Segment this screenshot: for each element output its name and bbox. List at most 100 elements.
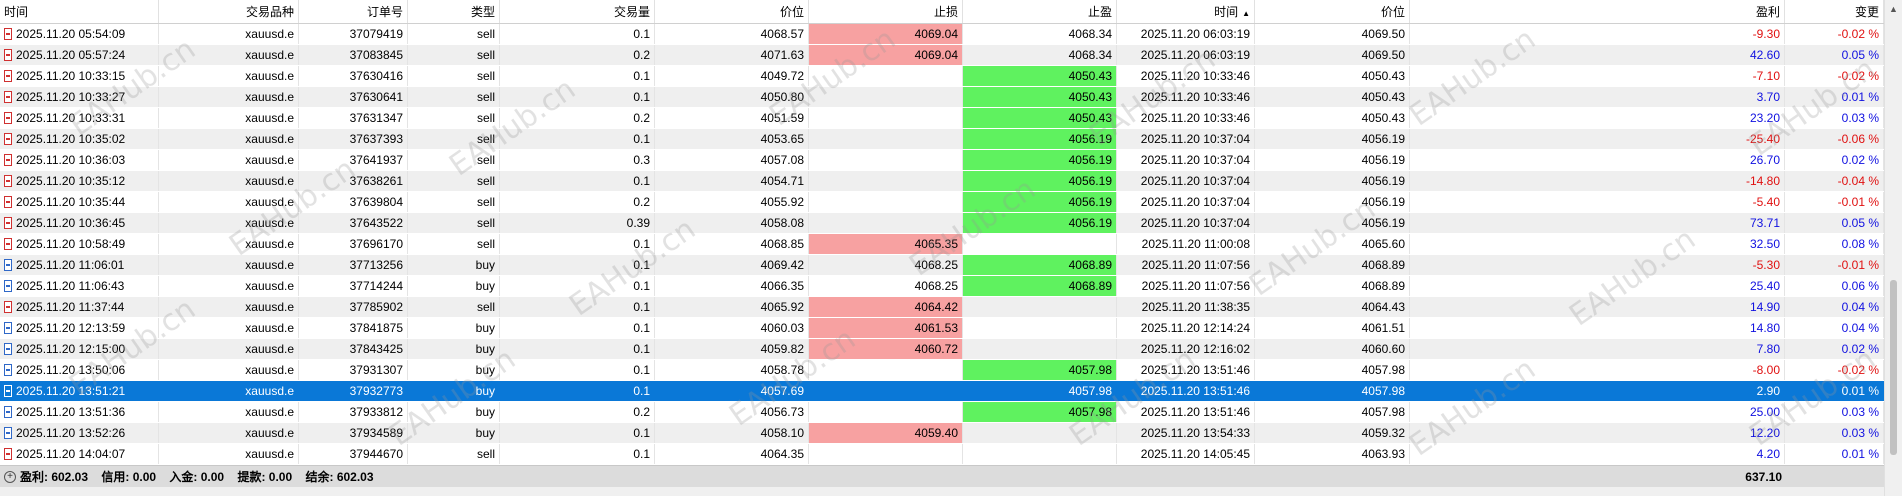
cell-close-price: 4059.32	[1255, 423, 1410, 443]
cell-symbol: xauusd.e	[159, 444, 299, 464]
cell-profit: 26.70	[1410, 150, 1785, 170]
sell-trade-icon	[4, 195, 12, 208]
cell-volume: 0.3	[500, 150, 655, 170]
cell-volume: 0.1	[500, 255, 655, 275]
cell-price: 4060.03	[655, 318, 809, 338]
buy-trade-icon	[4, 363, 12, 376]
cell-volume: 0.1	[500, 318, 655, 338]
col-header-volume[interactable]: 交易量	[500, 0, 655, 23]
cell-order: 37083845	[299, 45, 408, 65]
cell-tp	[963, 423, 1117, 443]
cell-change: 0.02 %	[1785, 339, 1884, 359]
cell-sl	[809, 108, 963, 128]
expand-plus-icon[interactable]: +	[4, 470, 16, 483]
cell-order: 37785902	[299, 297, 408, 317]
cell-sl: 4065.35	[809, 234, 963, 254]
cell-open-time: 2025.11.20 10:35:44	[0, 192, 159, 212]
col-header-close-time[interactable]: 时间 ▲	[1117, 0, 1255, 23]
cell-open-time: 2025.11.20 10:33:31	[0, 108, 159, 128]
table-row[interactable]: 2025.11.20 10:35:12 xauusd.e 37638261 sell 0…	[0, 171, 1884, 192]
scroll-up-arrow-icon[interactable]: ▲	[1889, 4, 1898, 14]
col-header-tp[interactable]: 止盈	[963, 0, 1117, 23]
account-summary-bar: + 盈利: 602.03 信用: 0.00 入金: 0.00 提款: 0.00 …	[0, 465, 1884, 487]
cell-profit: 25.40	[1410, 276, 1785, 296]
cell-sl	[809, 444, 963, 464]
cell-symbol: xauusd.e	[159, 87, 299, 107]
cell-type: sell	[408, 87, 500, 107]
cell-profit: -25.40	[1410, 129, 1785, 149]
col-header-change[interactable]: 变更	[1785, 0, 1884, 23]
table-row[interactable]: 2025.11.20 13:51:21 xauusd.e 37932773 buy 0.…	[0, 381, 1884, 402]
table-row[interactable]: 2025.11.20 10:35:02 xauusd.e 37637393 sell 0…	[0, 129, 1884, 150]
cell-tp: 4068.34	[963, 24, 1117, 44]
table-row[interactable]: 2025.11.20 11:37:44 xauusd.e 37785902 sell 0…	[0, 297, 1884, 318]
table-row[interactable]: 2025.11.20 13:52:26 xauusd.e 37934589 buy 0.…	[0, 423, 1884, 444]
table-row[interactable]: 2025.11.20 05:57:24 xauusd.e 37083845 sell 0…	[0, 45, 1884, 66]
table-row[interactable]: 2025.11.20 11:06:43 xauusd.e 37714244 buy 0.…	[0, 276, 1884, 297]
table-row[interactable]: 2025.11.20 10:36:45 xauusd.e 37643522 sell 0…	[0, 213, 1884, 234]
cell-type: sell	[408, 66, 500, 86]
cell-profit: 42.60	[1410, 45, 1785, 65]
cell-open-time: 2025.11.20 13:51:36	[0, 402, 159, 422]
table-row[interactable]: 2025.11.20 10:58:49 xauusd.e 37696170 sell 0…	[0, 234, 1884, 255]
cell-change: 0.01 %	[1785, 444, 1884, 464]
cell-change: 0.01 %	[1785, 87, 1884, 107]
table-row[interactable]: 2025.11.20 13:51:36 xauusd.e 37933812 buy 0.…	[0, 402, 1884, 423]
cell-price: 4058.10	[655, 423, 809, 443]
col-header-symbol[interactable]: 交易品种	[159, 0, 299, 23]
summary-deposit: 入金: 0.00	[169, 470, 225, 484]
cell-price: 4055.92	[655, 192, 809, 212]
col-header-close-price[interactable]: 价位	[1255, 0, 1410, 23]
trade-history-table: 时间 交易品种 订单号 类型 交易量 价位 止损 止盈 时间 ▲ 价位 盈利 变更…	[0, 0, 1884, 465]
col-header-profit[interactable]: 盈利	[1410, 0, 1785, 23]
table-row[interactable]: 2025.11.20 10:33:27 xauusd.e 37630641 sell 0…	[0, 87, 1884, 108]
cell-sl	[809, 213, 963, 233]
cell-close-time: 2025.11.20 11:38:35	[1117, 297, 1255, 317]
cell-price: 4064.35	[655, 444, 809, 464]
table-row[interactable]: 2025.11.20 10:33:15 xauusd.e 37630416 sell 0…	[0, 66, 1884, 87]
col-header-type[interactable]: 类型	[408, 0, 500, 23]
table-row[interactable]: 2025.11.20 13:50:06 xauusd.e 37931307 buy 0.…	[0, 360, 1884, 381]
open-time-text: 2025.11.20 11:06:43	[16, 279, 125, 293]
table-row[interactable]: 2025.11.20 05:54:09 xauusd.e 37079419 sell 0…	[0, 24, 1884, 45]
cell-close-time: 2025.11.20 11:00:08	[1117, 234, 1255, 254]
table-row[interactable]: 2025.11.20 11:06:01 xauusd.e 37713256 buy 0.…	[0, 255, 1884, 276]
cell-sl: 4061.53	[809, 318, 963, 338]
cell-close-price: 4063.93	[1255, 444, 1410, 464]
cell-volume: 0.1	[500, 87, 655, 107]
cell-type: sell	[408, 24, 500, 44]
cell-close-price: 4057.98	[1255, 360, 1410, 380]
open-time-text: 2025.11.20 13:51:36	[16, 405, 126, 419]
table-row[interactable]: 2025.11.20 10:36:03 xauusd.e 37641937 sell 0…	[0, 150, 1884, 171]
table-row[interactable]: 2025.11.20 12:13:59 xauusd.e 37841875 buy 0.…	[0, 318, 1884, 339]
cell-close-time: 2025.11.20 10:37:04	[1117, 150, 1255, 170]
col-header-sl[interactable]: 止损	[809, 0, 963, 23]
cell-symbol: xauusd.e	[159, 108, 299, 128]
col-header-open-time[interactable]: 时间	[0, 0, 159, 23]
cell-volume: 0.1	[500, 276, 655, 296]
table-row[interactable]: 2025.11.20 10:35:44 xauusd.e 37639804 sell 0…	[0, 192, 1884, 213]
cell-type: buy	[408, 423, 500, 443]
open-time-text: 2025.11.20 05:57:24	[16, 48, 126, 62]
cell-order: 37630641	[299, 87, 408, 107]
cell-close-time: 2025.11.20 11:07:56	[1117, 276, 1255, 296]
table-row[interactable]: 2025.11.20 12:15:00 xauusd.e 37843425 buy 0.…	[0, 339, 1884, 360]
vertical-scrollbar[interactable]: ▲	[1884, 0, 1902, 496]
cell-volume: 0.1	[500, 360, 655, 380]
table-row[interactable]: 2025.11.20 10:33:31 xauusd.e 37631347 sell 0…	[0, 108, 1884, 129]
cell-profit: 32.50	[1410, 234, 1785, 254]
open-time-text: 2025.11.20 10:35:02	[16, 132, 126, 146]
cell-symbol: xauusd.e	[159, 171, 299, 191]
scrollbar-thumb[interactable]	[1890, 280, 1897, 455]
open-time-text: 2025.11.20 10:35:12	[16, 174, 126, 188]
open-time-text: 2025.11.20 11:06:01	[16, 258, 125, 272]
buy-trade-icon	[4, 342, 12, 355]
cell-type: buy	[408, 360, 500, 380]
cell-tp: 4068.89	[963, 276, 1117, 296]
col-header-order[interactable]: 订单号	[299, 0, 408, 23]
buy-trade-icon	[4, 279, 12, 292]
col-header-price[interactable]: 价位	[655, 0, 809, 23]
cell-change: 0.03 %	[1785, 108, 1884, 128]
cell-profit: -5.30	[1410, 255, 1785, 275]
table-row[interactable]: 2025.11.20 14:04:07 xauusd.e 37944670 sell 0…	[0, 444, 1884, 465]
